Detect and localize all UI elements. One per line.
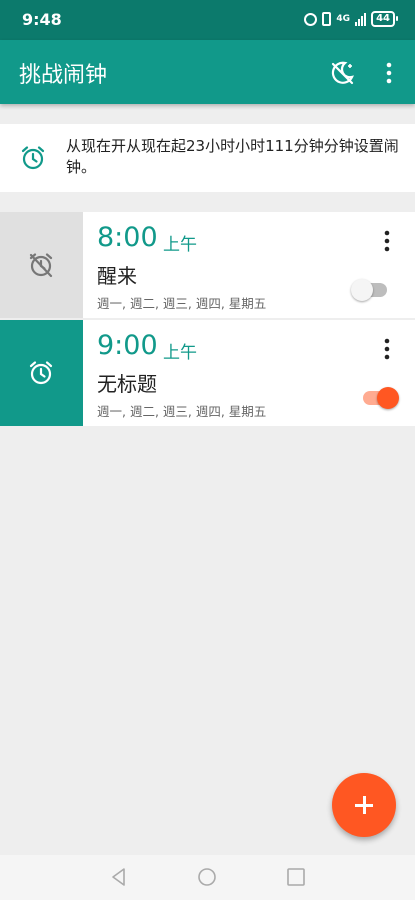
toggle-thumb — [377, 387, 399, 409]
recents-icon[interactable] — [286, 867, 306, 887]
alarm-label[interactable]: 无标题 — [97, 368, 157, 397]
alarm-status-tile[interactable] — [0, 212, 83, 318]
next-alarm-text: 从现在开从现在起23小时小时111分钟分钟设置闹钟。 — [66, 137, 399, 176]
more-vert-icon[interactable] — [377, 230, 397, 252]
alarm-ampm: 上午 — [163, 343, 197, 363]
battery-icon: 44 — [371, 11, 398, 27]
alarm-icon — [304, 12, 318, 26]
more-vert-icon[interactable] — [379, 60, 399, 86]
more-vert-icon[interactable] — [377, 338, 397, 360]
back-icon[interactable] — [109, 867, 129, 887]
alarm-time[interactable]: 9:00 — [97, 330, 158, 361]
status-bar: 9:48 4G 44 — [0, 0, 415, 40]
alarm-status-tile[interactable] — [0, 320, 83, 426]
signal-icon — [355, 12, 367, 26]
alarm-icon — [29, 361, 53, 385]
status-icons: 4G 44 — [304, 11, 398, 27]
network-type: 4G — [336, 13, 351, 24]
toggle-thumb — [351, 279, 373, 301]
night-mode-icon[interactable] — [328, 59, 356, 87]
alarm-label[interactable]: 醒来 — [97, 260, 137, 289]
alarm-icon — [21, 146, 45, 170]
alarm-off-icon — [29, 253, 53, 278]
alarm-card[interactable]: 8:00 上午 醒来 週一, 週二, 週三, 週四, 星期五 — [0, 212, 415, 318]
alarm-time[interactable]: 8:00 — [97, 222, 158, 253]
alarm-card[interactable]: 9:00 上午 无标题 週一, 週二, 週三, 週四, 星期五 — [0, 320, 415, 426]
vibrate-icon — [322, 12, 332, 26]
app-title: 挑战闹钟 — [19, 63, 108, 88]
alarm-toggle[interactable] — [351, 278, 389, 302]
battery-level: 44 — [376, 13, 390, 24]
alarm-toggle[interactable] — [361, 386, 399, 410]
home-icon[interactable] — [197, 867, 217, 887]
add-alarm-button[interactable] — [332, 773, 396, 837]
alarm-ampm: 上午 — [163, 235, 197, 255]
alarm-days: 週一, 週二, 週三, 週四, 星期五 — [97, 404, 267, 419]
app-bar: 挑战闹钟 — [0, 40, 415, 104]
status-time: 9:48 — [22, 10, 62, 29]
system-nav-bar — [0, 855, 415, 900]
alarm-days: 週一, 週二, 週三, 週四, 星期五 — [97, 296, 267, 311]
next-alarm-banner: 从现在开从现在起23小时小时111分钟分钟设置闹钟。 — [0, 124, 415, 192]
